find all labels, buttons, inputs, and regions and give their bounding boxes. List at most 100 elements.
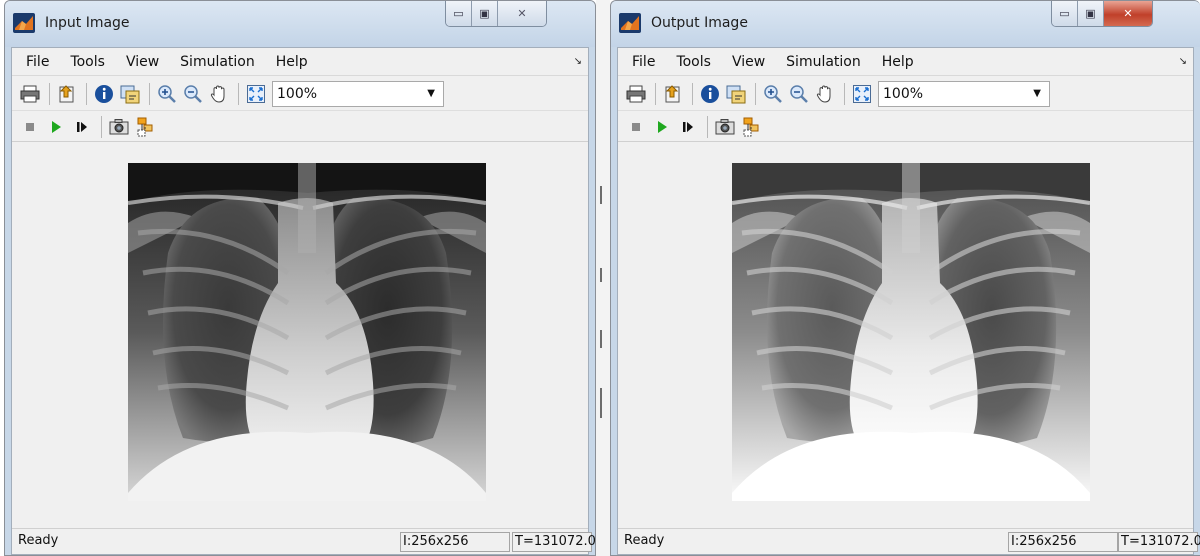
pan-hand-icon [816, 84, 831, 103]
fit-to-window-button[interactable] [118, 82, 142, 106]
input-image-window[interactable]: Input Image ▭ ▣ ✕ File Tools View Simula… [4, 0, 596, 556]
status-sim-time: T=131072.0 [512, 532, 595, 552]
menu-simulation[interactable]: Simulation [180, 54, 255, 70]
close-icon: ✕ [517, 7, 527, 20]
image-display-area [618, 143, 1193, 528]
toolbar-separator [692, 82, 693, 105]
export-button[interactable] [661, 82, 685, 106]
toolbar-primary: 100% ▼ [618, 77, 1193, 111]
export-icon [665, 84, 680, 102]
menu-help[interactable]: Help [276, 54, 308, 70]
output-chest-xray-image [732, 163, 1090, 501]
menu-bar: File Tools View Simulation Help ↘ [618, 48, 1193, 76]
toolbar-separator [707, 115, 708, 138]
highlight-block-icon [137, 117, 153, 136]
highlight-block-button[interactable] [133, 115, 157, 139]
toolbar-separator [844, 82, 845, 105]
toolbar-separator [755, 82, 756, 105]
window-caption-buttons: ▭ ▣ ✕ [445, 1, 547, 27]
fit-to-window-icon [726, 85, 746, 103]
title-bar[interactable]: Output Image ▭ ▣ ✕ [611, 1, 1200, 47]
play-icon [52, 120, 61, 133]
zoom-level-select[interactable]: 100% ▼ [272, 80, 444, 107]
step-forward-button[interactable] [70, 115, 94, 139]
snapshot-icon [715, 118, 735, 134]
pan-button[interactable] [813, 82, 837, 106]
toolbar-simulation [12, 112, 588, 142]
menu-file[interactable]: File [26, 54, 49, 70]
export-icon [59, 84, 74, 102]
pan-hand-icon [210, 84, 225, 103]
snapshot-button[interactable] [107, 115, 131, 139]
snapshot-button[interactable] [713, 115, 737, 139]
menu-dock-arrow-icon[interactable]: ↘ [1179, 56, 1187, 67]
zoom-in-button[interactable] [155, 82, 179, 106]
maximize-icon: ▣ [479, 7, 490, 20]
window-client-area: File Tools View Simulation Help ↘ 100% ▼… [11, 47, 595, 555]
menu-tools[interactable]: Tools [70, 54, 105, 70]
maximize-icon: ▣ [1085, 7, 1096, 20]
toolbar-separator [655, 82, 656, 105]
print-icon [626, 85, 646, 102]
output-image-window[interactable]: Output Image ▭ ▣ ✕ File Tools View Simul… [610, 0, 1200, 556]
minimize-icon: ▭ [1059, 7, 1070, 20]
menu-view[interactable]: View [732, 54, 765, 70]
close-button[interactable]: ✕ [1104, 1, 1152, 26]
matlab-logo-icon [619, 13, 641, 33]
zoom-out-button[interactable] [181, 82, 205, 106]
highlight-block-button[interactable] [739, 115, 763, 139]
fit-to-window-button[interactable] [724, 82, 748, 106]
menu-simulation[interactable]: Simulation [786, 54, 861, 70]
menu-file[interactable]: File [632, 54, 655, 70]
title-bar[interactable]: Input Image ▭ ▣ ✕ [5, 1, 595, 47]
window-title: Output Image [651, 15, 748, 31]
dropdown-arrow-icon: ▼ [1033, 88, 1041, 99]
dropdown-arrow-icon: ▼ [427, 88, 435, 99]
maintain-fit-button[interactable] [244, 82, 268, 106]
step-forward-button[interactable] [676, 115, 700, 139]
maintain-fit-icon [853, 84, 871, 103]
matlab-logo-icon [13, 13, 35, 33]
maximize-button[interactable]: ▣ [472, 1, 498, 26]
zoom-out-icon [184, 84, 202, 103]
stop-button[interactable] [18, 115, 42, 139]
stop-icon [26, 122, 34, 131]
pan-button[interactable] [207, 82, 231, 106]
maximize-button[interactable]: ▣ [1078, 1, 1104, 26]
toolbar-separator [238, 82, 239, 105]
menu-help[interactable]: Help [882, 54, 914, 70]
toolbar-separator [49, 82, 50, 105]
desktop-background-strip [596, 0, 610, 556]
zoom-level-select[interactable]: 100% ▼ [878, 80, 1050, 107]
status-sim-time: T=131072.0 [1118, 532, 1200, 552]
print-button[interactable] [624, 82, 648, 106]
zoom-out-button[interactable] [787, 82, 811, 106]
desktop: Input Image ▭ ▣ ✕ File Tools View Simula… [0, 0, 1200, 556]
toolbar-separator [86, 82, 87, 105]
status-bar: Ready I:256x256 T=131072.0 [12, 528, 595, 554]
maintain-fit-button[interactable] [850, 82, 874, 106]
play-button[interactable] [650, 115, 674, 139]
status-text: Ready [624, 533, 665, 548]
zoom-in-button[interactable] [761, 82, 785, 106]
zoom-in-icon [158, 84, 176, 103]
stop-button[interactable] [624, 115, 648, 139]
minimize-button[interactable]: ▭ [446, 1, 472, 26]
step-forward-icon [683, 121, 693, 132]
zoom-level-value: 100% [883, 85, 924, 102]
menu-tools[interactable]: Tools [676, 54, 711, 70]
close-button[interactable]: ✕ [498, 1, 546, 26]
menu-view[interactable]: View [126, 54, 159, 70]
window-caption-buttons: ▭ ▣ ✕ [1051, 1, 1153, 27]
play-button[interactable] [44, 115, 68, 139]
info-button[interactable] [92, 82, 116, 106]
print-button[interactable] [18, 82, 42, 106]
fit-to-window-icon [120, 85, 140, 103]
minimize-button[interactable]: ▭ [1052, 1, 1078, 26]
menu-dock-arrow-icon[interactable]: ↘ [574, 56, 582, 67]
export-button[interactable] [55, 82, 79, 106]
stop-icon [632, 122, 640, 131]
highlight-block-icon [743, 117, 759, 136]
zoom-in-icon [764, 84, 782, 103]
info-button[interactable] [698, 82, 722, 106]
